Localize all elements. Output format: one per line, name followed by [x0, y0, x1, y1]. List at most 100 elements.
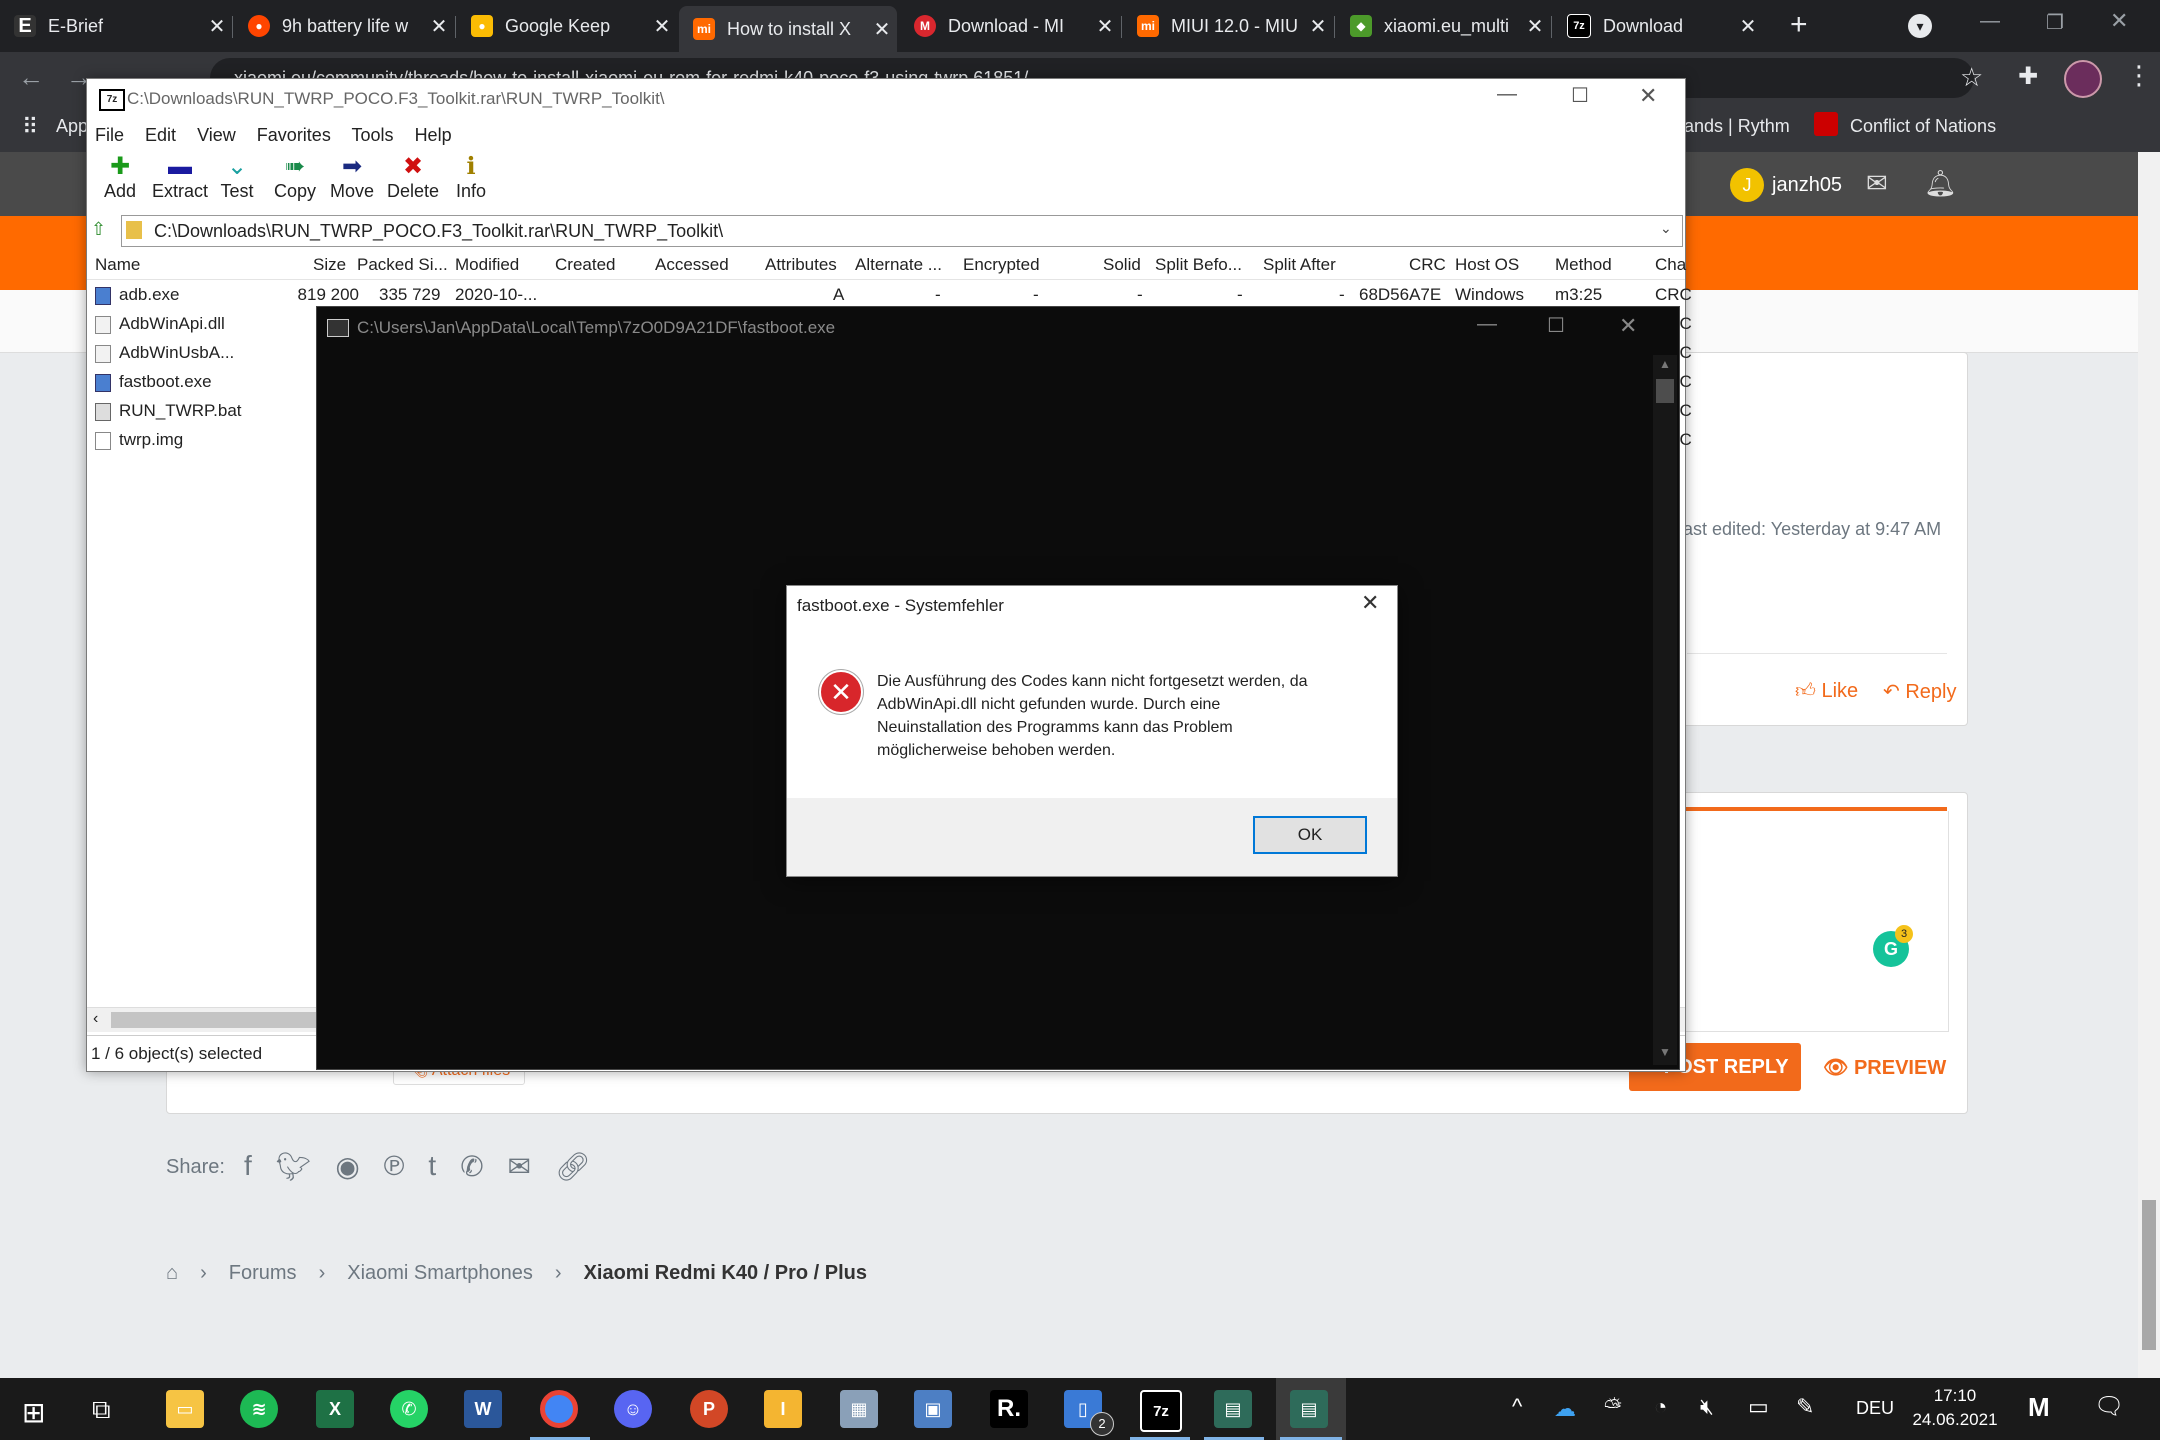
tab-how-to-install[interactable]: mi How to install X ✕: [679, 6, 897, 52]
clock[interactable]: 17:10 24.06.2021: [1900, 1384, 2010, 1432]
file-explorer-icon[interactable]: ▭: [166, 1390, 204, 1428]
tab-7zip-download[interactable]: 7z Download ✕: [1553, 6, 1763, 46]
page-scrollbar[interactable]: [2138, 152, 2160, 1378]
task-view-icon[interactable]: ⧉: [92, 1394, 111, 1426]
preview-button[interactable]: 👁︎ PREVIEW: [1823, 1055, 1946, 1080]
tab-google-keep[interactable]: ● Google Keep ✕: [457, 6, 677, 46]
apps-grid-icon[interactable]: ⠿: [22, 114, 38, 140]
close-tab-icon[interactable]: ✕: [647, 14, 677, 39]
col-accessed[interactable]: Accessed: [655, 255, 729, 275]
word-icon[interactable]: W: [464, 1390, 502, 1428]
email-icon[interactable]: ✉: [508, 1150, 531, 1183]
whatsapp-icon[interactable]: ✆: [460, 1150, 483, 1183]
menu-view[interactable]: View: [197, 125, 236, 145]
weather-icon[interactable]: ⛅︎: [1604, 1394, 1622, 1420]
maximize-icon[interactable]: ☐: [1547, 313, 1565, 338]
tab-mega-download[interactable]: M Download - MI ✕: [900, 6, 1120, 46]
minimize-icon[interactable]: —: [1477, 313, 1497, 336]
console-scrollbar-thumb[interactable]: [1656, 379, 1674, 403]
close-tab-icon[interactable]: ✕: [867, 17, 897, 42]
maximize-icon[interactable]: ☐: [1571, 83, 1589, 108]
computer-app-icon[interactable]: ▣: [914, 1390, 952, 1428]
tab-reddit[interactable]: ● 9h battery life w ✕: [234, 6, 454, 46]
restore-icon[interactable]: ❐: [2046, 10, 2064, 35]
close-tab-icon[interactable]: ✕: [202, 14, 232, 39]
col-crc[interactable]: CRC: [1409, 255, 1446, 275]
minimize-icon[interactable]: —: [1497, 83, 1517, 106]
close-window-icon[interactable]: ✕: [2110, 8, 2128, 34]
breadcrumb-forums[interactable]: Forums: [229, 1262, 297, 1285]
tab-ebrief[interactable]: E E-Brief ✕: [0, 6, 232, 46]
bookmark-conflict-of-nations[interactable]: Conflict of Nations: [1850, 116, 1996, 137]
delete-button[interactable]: ✖ Delete: [385, 153, 441, 202]
new-tab-plus-icon[interactable]: +: [1790, 8, 1808, 42]
path-combobox[interactable]: C:\Downloads\RUN_TWRP_POCO.F3_Toolkit.ra…: [121, 215, 1683, 247]
menu-edit[interactable]: Edit: [145, 125, 176, 145]
breadcrumb-current[interactable]: Xiaomi Redmi K40 / Pro / Plus: [584, 1262, 867, 1285]
7zip-taskbar-icon[interactable]: 7z: [1140, 1390, 1182, 1432]
facebook-icon[interactable]: f: [244, 1150, 252, 1183]
powerpoint-icon[interactable]: P: [690, 1390, 728, 1428]
close-tab-icon[interactable]: ✕: [1733, 14, 1763, 39]
col-alternate[interactable]: Alternate ...: [855, 255, 942, 275]
alerts-bell-icon[interactable]: 🔔︎: [1924, 168, 1957, 199]
tab-sourceforge[interactable]: ◆ xiaomi.eu_multi ✕: [1336, 6, 1550, 46]
inbox-envelope-icon[interactable]: ✉: [1866, 168, 1888, 199]
extensions-puzzle-icon[interactable]: ✚: [2018, 62, 2038, 91]
col-encrypted[interactable]: Encrypted: [963, 255, 1040, 275]
reddit-icon[interactable]: ◉: [335, 1150, 359, 1183]
chrome-icon[interactable]: [540, 1390, 578, 1428]
tab-miui[interactable]: mi MIUI 12.0 - MIU ✕: [1123, 6, 1333, 46]
col-packed-size[interactable]: Packed Si...: [357, 255, 448, 275]
7zip-titlebar[interactable]: 7z C:\Downloads\RUN_TWRP_POCO.F3_Toolkit…: [87, 79, 1685, 119]
bookmark-star-icon[interactable]: ☆: [1960, 62, 1983, 93]
col-name[interactable]: Name: [95, 255, 140, 275]
network-app-icon[interactable]: ▦: [840, 1390, 878, 1428]
r-app-icon[interactable]: R.: [990, 1390, 1028, 1428]
col-created[interactable]: Created: [555, 255, 615, 275]
home-icon[interactable]: ⌂: [166, 1262, 178, 1285]
path-value[interactable]: C:\Downloads\RUN_TWRP_POCO.F3_Toolkit.ra…: [154, 221, 723, 242]
menu-file[interactable]: File: [95, 125, 124, 145]
close-tab-icon[interactable]: ✕: [1303, 14, 1333, 39]
close-tab-icon[interactable]: ✕: [1520, 14, 1550, 39]
col-split-after[interactable]: Split After: [1263, 255, 1336, 275]
windows-start-icon[interactable]: ⊞: [22, 1396, 45, 1429]
scrollbar-thumb[interactable]: [111, 1012, 321, 1028]
test-button[interactable]: ⌄ Test: [215, 153, 259, 202]
notifications-icon[interactable]: 🗨︎: [2094, 1392, 2124, 1421]
discord-icon[interactable]: ☺: [614, 1390, 652, 1428]
back-arrow-icon[interactable]: ←: [18, 62, 44, 93]
m-app-icon[interactable]: M: [2028, 1392, 2050, 1423]
chrome-menu-icon[interactable]: ⋮: [2126, 60, 2152, 91]
username[interactable]: janzh05: [1772, 174, 1842, 197]
speaker-muted-icon[interactable]: 🔇︎: [1700, 1394, 1714, 1420]
col-solid[interactable]: Solid: [1103, 255, 1141, 275]
up-folder-icon[interactable]: ⇧: [91, 219, 106, 240]
menu-tools[interactable]: Tools: [352, 125, 394, 145]
breadcrumb-xiaomi-smartphones[interactable]: Xiaomi Smartphones: [347, 1262, 533, 1285]
col-characteristics[interactable]: Cha: [1655, 255, 1686, 275]
close-icon[interactable]: ✕: [1361, 590, 1379, 616]
console-scrollbar[interactable]: ▲ ▼: [1653, 355, 1677, 1065]
copy-button[interactable]: ➠ Copy: [271, 153, 319, 202]
col-split-before[interactable]: Split Befo...: [1155, 255, 1242, 275]
close-tab-icon[interactable]: ✕: [424, 14, 454, 39]
pen-icon[interactable]: ✎: [1796, 1394, 1814, 1420]
table-row[interactable]: adb.exe 819 200 335 729 2020-10-... A - …: [87, 281, 1692, 309]
col-method[interactable]: Method: [1555, 255, 1612, 275]
info-button[interactable]: ℹ Info: [453, 153, 489, 202]
whatsapp-icon[interactable]: ✆: [390, 1390, 428, 1428]
col-modified[interactable]: Modified: [455, 255, 519, 275]
battery-icon[interactable]: ▭: [1748, 1394, 1769, 1420]
onedrive-cloud-icon[interactable]: ☁: [1554, 1396, 1576, 1422]
close-icon[interactable]: ✕: [1619, 313, 1637, 339]
scroll-up-icon[interactable]: ▲: [1659, 357, 1671, 371]
tray-chevron-up-icon[interactable]: ^: [1512, 1394, 1522, 1420]
pinterest-icon[interactable]: ℗: [384, 1150, 405, 1183]
scroll-down-icon[interactable]: ▼: [1659, 1045, 1671, 1059]
like-button[interactable]: 👍︎ Like: [1795, 679, 1858, 703]
close-icon[interactable]: ✕: [1639, 83, 1657, 109]
console-titlebar[interactable]: C:\Users\Jan\AppData\Local\Temp\7zO0D9A2…: [317, 307, 1679, 349]
page-scrollbar-thumb[interactable]: [2142, 1200, 2156, 1350]
